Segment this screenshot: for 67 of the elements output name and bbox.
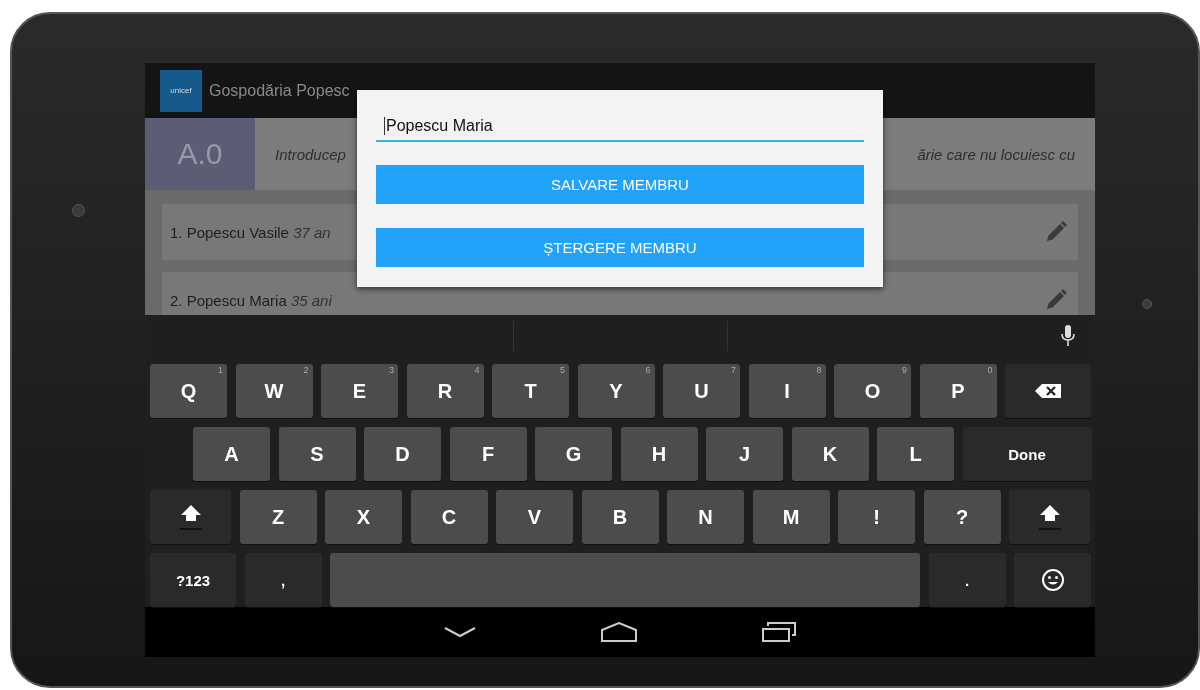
emoji-key[interactable] bbox=[1014, 553, 1091, 607]
key[interactable]: S bbox=[278, 427, 356, 481]
app-title: Gospodăria Popesc bbox=[209, 81, 350, 100]
key[interactable]: F bbox=[449, 427, 527, 481]
camera-dot bbox=[72, 204, 85, 217]
member-name: 1. Popescu Vasile 37 an bbox=[170, 223, 331, 241]
key[interactable]: Z bbox=[239, 490, 317, 544]
key[interactable]: V bbox=[496, 490, 573, 544]
microphone-icon[interactable] bbox=[1061, 325, 1075, 347]
key[interactable]: Done bbox=[962, 427, 1092, 481]
key[interactable]: X bbox=[325, 490, 402, 544]
sensor-dot bbox=[1141, 299, 1152, 309]
section-code: A.0 bbox=[145, 118, 255, 190]
logo-text: unicef bbox=[170, 86, 192, 95]
member-name: 2. Popescu Maria 35 ani bbox=[170, 291, 332, 309]
key[interactable]: Y 6 bbox=[577, 364, 655, 418]
key-hint: 2 bbox=[303, 365, 309, 375]
key[interactable]: W 2 bbox=[235, 364, 313, 418]
key[interactable]: L bbox=[877, 427, 954, 481]
name-input-field[interactable]: Popescu Maria bbox=[376, 110, 864, 142]
key[interactable]: E 3 bbox=[321, 364, 398, 418]
key-hint: 8 bbox=[816, 365, 822, 375]
backspace-key[interactable] bbox=[1005, 364, 1091, 418]
key[interactable]: U 7 bbox=[663, 364, 740, 418]
section-intro: ărie care nu locuiesc cu bbox=[916, 145, 1076, 163]
key[interactable]: T 5 bbox=[492, 364, 569, 418]
pencil-icon[interactable] bbox=[1044, 220, 1068, 244]
key[interactable]: Q 1 bbox=[150, 364, 227, 418]
key[interactable]: K bbox=[791, 427, 869, 481]
key[interactable]: A bbox=[193, 427, 270, 481]
key[interactable]: H bbox=[620, 427, 698, 481]
section-intro: Introducep bbox=[274, 145, 347, 163]
key-hint: 7 bbox=[731, 365, 736, 375]
key-hint: 9 bbox=[902, 365, 907, 375]
key[interactable]: I 8 bbox=[748, 364, 826, 418]
key[interactable]: C bbox=[410, 490, 488, 544]
back-chevron-icon[interactable] bbox=[444, 626, 476, 638]
key[interactable]: O 9 bbox=[834, 364, 911, 418]
key[interactable]: ! bbox=[838, 490, 915, 544]
key[interactable]: G bbox=[535, 427, 612, 481]
backspace-icon bbox=[1035, 384, 1061, 398]
key[interactable]: J bbox=[706, 427, 783, 481]
smiley-icon bbox=[1040, 568, 1065, 592]
key[interactable]: N bbox=[667, 490, 744, 544]
shift-arrow-icon bbox=[178, 503, 203, 531]
key[interactable]: B bbox=[581, 490, 659, 544]
key[interactable]: ? bbox=[923, 490, 1001, 544]
name-value: Popescu Maria bbox=[384, 117, 493, 135]
key-hint: 1 bbox=[218, 365, 223, 375]
key[interactable]: M bbox=[752, 490, 830, 544]
shift-key[interactable] bbox=[150, 490, 231, 544]
key[interactable]: R 4 bbox=[406, 364, 484, 418]
key[interactable]: . bbox=[928, 553, 1006, 607]
shift-key[interactable] bbox=[1009, 490, 1090, 544]
pencil-icon[interactable] bbox=[1044, 288, 1068, 312]
key-hint: 5 bbox=[560, 365, 565, 375]
home-icon[interactable] bbox=[601, 622, 637, 642]
key[interactable]: D bbox=[364, 427, 441, 481]
key[interactable]: ?123 bbox=[150, 553, 236, 607]
recents-icon[interactable] bbox=[762, 622, 796, 642]
shift-arrow-icon bbox=[1037, 503, 1062, 531]
key-hint: 0 bbox=[987, 365, 993, 375]
key[interactable]: P 0 bbox=[919, 364, 997, 418]
key-hint: 4 bbox=[474, 365, 480, 375]
key-hint: 6 bbox=[645, 365, 651, 375]
key[interactable]: , bbox=[244, 553, 322, 607]
key-hint: 3 bbox=[389, 365, 394, 375]
